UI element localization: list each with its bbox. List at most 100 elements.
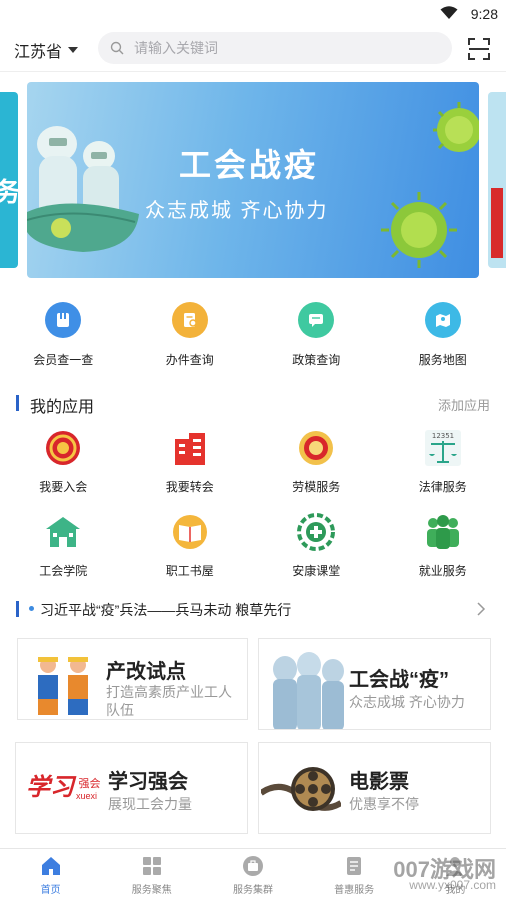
my-apps-grid: 我要入会 我要转会 劳模服务 12351 法律服务 工会学院 职工书屋 安康课堂… <box>0 428 506 596</box>
app-label: 工会学院 <box>39 564 88 578</box>
tab-label: 服务聚焦 <box>131 885 172 896</box>
card-reform-pilot[interactable]: 产改试点 打造高素质产业工人队伍 <box>17 638 248 720</box>
search-icon <box>110 41 124 55</box>
school-icon <box>43 512 83 552</box>
tab-home[interactable]: 首页 <box>0 849 101 900</box>
study-logo-tail: 强会 <box>78 778 101 790</box>
card-movie-ticket[interactable]: 电影票 优惠享不停 <box>258 742 491 834</box>
my-apps-header: 我的应用 添加应用 <box>0 392 506 416</box>
app-transfer[interactable]: 我要转会 <box>127 428 254 512</box>
quick-link-map[interactable]: 服务地图 <box>380 302 506 370</box>
scan-icon[interactable] <box>468 38 490 60</box>
watermark-url: www.yx007.com <box>409 878 496 892</box>
study-logo-sub: xuexi <box>76 791 98 801</box>
film-reel-icon <box>261 767 341 811</box>
home-icon <box>41 857 60 875</box>
banner-prev-text: 务 <box>0 177 18 207</box>
grid-icon <box>142 857 161 875</box>
news-bullet <box>29 606 34 611</box>
document-icon <box>347 857 362 875</box>
news-ticker[interactable]: 习近平战“疫”兵法——兵马未动 粮草先行 <box>0 598 506 620</box>
status-time: 9:28 <box>470 6 498 22</box>
banner-slide[interactable]: 工会战疫 众志成城 齐心协力 <box>27 82 479 278</box>
banner-prev-peek[interactable]: 务 <box>0 92 18 268</box>
card-subtitle: 优惠享不停 <box>349 796 419 812</box>
app-legal[interactable]: 12351 法律服务 <box>380 428 506 512</box>
card-title: 学习强会 <box>108 771 188 793</box>
app-staff-library[interactable]: 职工书屋 <box>127 512 254 596</box>
people-icon <box>423 512 463 552</box>
app-join-union[interactable]: 我要入会 <box>0 428 127 512</box>
search-box[interactable] <box>98 32 452 64</box>
workers-illustration <box>38 657 88 715</box>
card-subtitle: 打造高素质产业工人队伍 <box>106 684 232 718</box>
medical-team-illustration <box>273 652 344 729</box>
member-card-icon <box>45 302 82 338</box>
banner-subtitle: 众志成城 齐心协力 <box>145 200 329 222</box>
study-logo: 学习 强会 xuexi <box>26 767 100 802</box>
section-title: 我的应用 <box>30 399 95 416</box>
briefcase-icon <box>242 856 263 876</box>
app-model-worker[interactable]: 劳模服务 <box>253 428 380 512</box>
quick-link-label: 政策查询 <box>292 353 341 367</box>
union-emblem-icon <box>43 428 83 468</box>
chat-icon <box>298 302 335 338</box>
building-icon <box>170 428 210 468</box>
province-selector[interactable]: 江苏省 <box>14 38 79 62</box>
hotline-number: 12351 <box>432 432 454 440</box>
quick-link-member[interactable]: 会员查一查 <box>0 302 127 370</box>
map-icon <box>424 302 461 338</box>
search-input[interactable] <box>134 40 434 56</box>
add-app-link[interactable]: 添加应用 <box>438 395 490 414</box>
wifi-icon <box>440 6 458 19</box>
news-headline: 习近平战“疫”兵法——兵马未动 粮草先行 <box>40 602 292 618</box>
card-title: 工会战“疫” <box>349 669 449 691</box>
tab-benefit-service[interactable]: 普惠服务 <box>304 849 405 900</box>
app-label: 职工书屋 <box>165 564 214 578</box>
card-title: 产改试点 <box>106 661 186 683</box>
app-label: 我要入会 <box>39 480 88 494</box>
card-subtitle: 展现工会力量 <box>108 796 192 812</box>
province-label: 江苏省 <box>14 44 63 61</box>
app-union-academy[interactable]: 工会学院 <box>0 512 127 596</box>
quick-links: 会员查一查 办件查询 政策查询 服务地图 <box>0 302 506 370</box>
app-health-class[interactable]: 安康课堂 <box>253 512 380 596</box>
quick-link-policy[interactable]: 政策查询 <box>253 302 380 370</box>
section-marker <box>16 601 19 617</box>
status-bar: 9:28 <box>0 0 506 28</box>
app-label: 安康课堂 <box>292 564 341 578</box>
chevron-right-icon <box>477 602 486 616</box>
study-logo-text: 学习 <box>26 774 74 801</box>
tab-label: 首页 <box>40 885 61 896</box>
quick-link-label: 服务地图 <box>418 353 467 367</box>
app-label: 劳模服务 <box>292 480 341 494</box>
caret-down-icon <box>68 47 79 53</box>
tab-label: 服务集群 <box>232 885 273 896</box>
card-union-fight[interactable]: 工会战“疫” 众志成城 齐心协力 <box>258 638 491 730</box>
top-bar: 江苏省 <box>0 28 506 72</box>
banner-next-peek[interactable] <box>488 92 506 268</box>
section-marker <box>16 395 19 411</box>
card-title: 电影票 <box>349 771 409 793</box>
quick-link-label: 会员查一查 <box>33 353 94 367</box>
quick-link-case[interactable]: 办件查询 <box>127 302 254 370</box>
app-label: 我要转会 <box>165 480 214 494</box>
tab-service-focus[interactable]: 服务聚焦 <box>101 849 202 900</box>
book-icon <box>170 512 210 552</box>
card-subtitle: 众志成城 齐心协力 <box>349 694 465 710</box>
quick-link-label: 办件查询 <box>165 353 214 367</box>
card-study[interactable]: 学习 强会 xuexi 学习强会 展现工会力量 <box>15 742 248 834</box>
banner-carousel[interactable]: 务 工会战疫 众志成城 齐心协力 <box>0 82 506 278</box>
app-label: 法律服务 <box>418 480 467 494</box>
safety-cross-icon <box>296 512 336 552</box>
scales-icon: 12351 <box>423 428 463 468</box>
document-search-icon <box>171 302 208 338</box>
tab-service-cluster[interactable]: 服务集群 <box>202 849 303 900</box>
banner-title: 工会战疫 <box>179 147 320 183</box>
app-employment[interactable]: 就业服务 <box>380 512 506 596</box>
tab-label: 普惠服务 <box>334 885 375 896</box>
virus-illustration <box>381 102 479 268</box>
medal-icon <box>296 428 336 468</box>
app-label: 就业服务 <box>418 564 467 578</box>
mask-illustration <box>27 203 139 252</box>
